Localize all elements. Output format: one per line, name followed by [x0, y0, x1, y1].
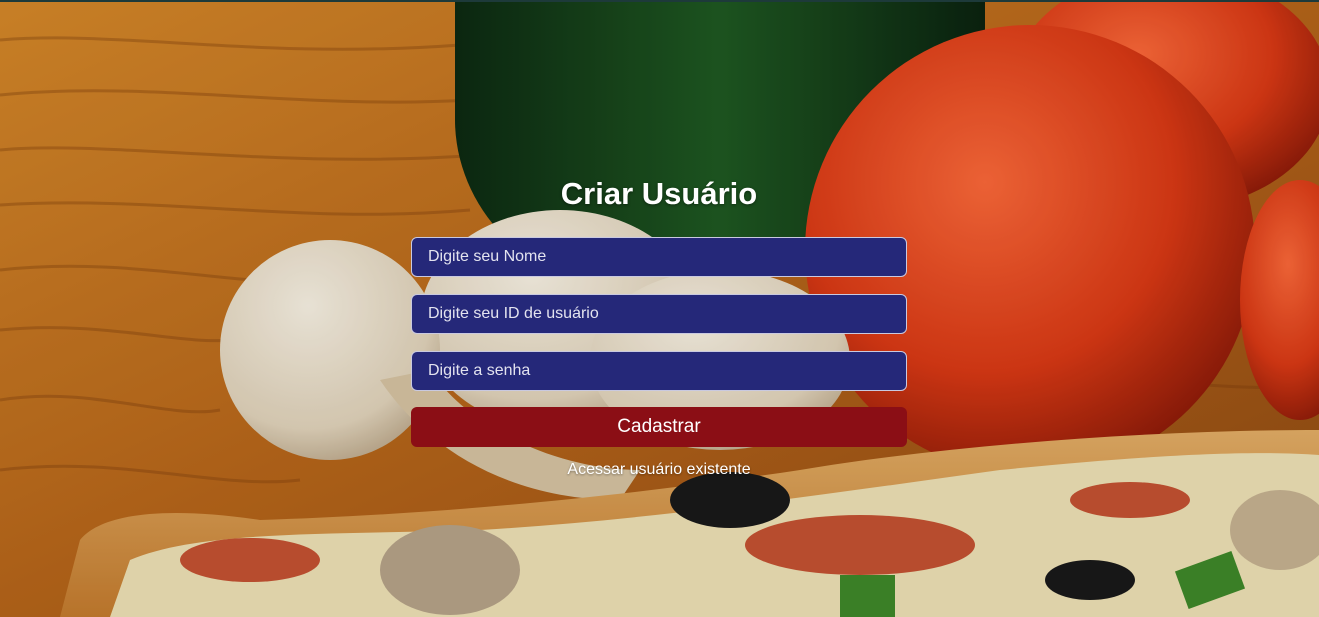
register-button[interactable]: Cadastrar [411, 407, 907, 447]
name-input[interactable] [411, 237, 907, 277]
existing-user-link[interactable]: Acessar usuário existente [411, 461, 907, 479]
top-border [0, 0, 1319, 2]
password-input[interactable] [411, 351, 907, 391]
page-title: Criar Usuário [560, 176, 758, 211]
signup-form: Criar Usuário Cadastrar Acessar usuário … [411, 170, 907, 479]
userid-input[interactable] [411, 294, 907, 334]
